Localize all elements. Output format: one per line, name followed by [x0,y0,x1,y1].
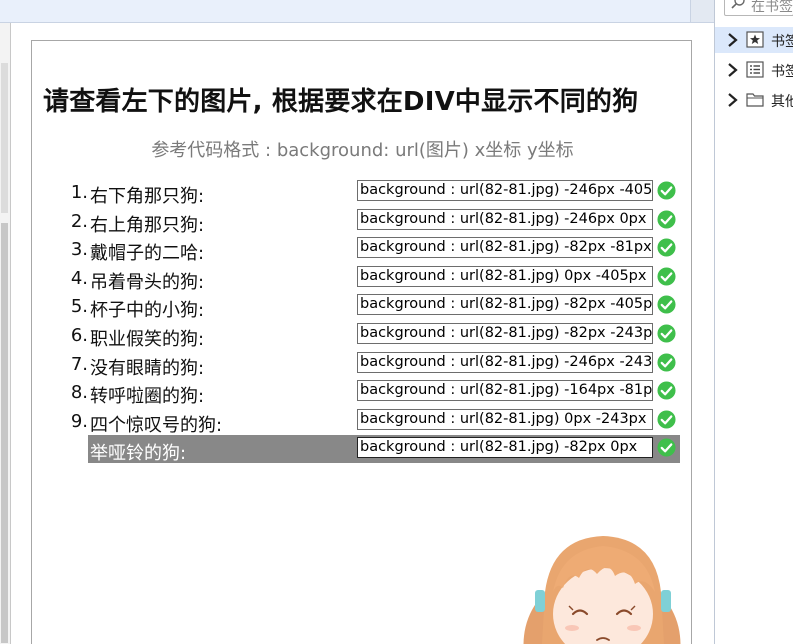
task-label: 没有眼睛的狗: [90,357,205,379]
tree-item-label: 书签 [771,34,793,50]
list-bookmark-icon [746,61,764,78]
task-number: 2. [70,210,88,232]
answer-input[interactable]: background : url(82-81.jpg) -82px -243px [357,323,653,344]
check-icon [657,267,676,286]
chevron-right-icon[interactable] [726,92,740,108]
bookmark-search-input[interactable]: 在书签 [724,0,793,16]
task-label: 戴帽子的二哈: [90,243,205,265]
task-label: 右上角那只狗: [90,214,205,236]
task-row: 3. 戴帽子的二哈: background : url(82-81.jpg) -… [32,235,693,265]
answer-input[interactable]: background : url(82-81.jpg) -246px 0px [357,208,653,230]
answer-input[interactable]: background : url(82-81.jpg) 0px -405px [357,265,653,287]
answer-input[interactable]: background : url(82-81.jpg) -82px -405px [357,294,653,316]
answer-input-focused[interactable]: background : url(82-81.jpg) -82px 0px [357,437,653,459]
anime-girl-mascot-image [523,536,681,644]
task-row: 8. 转呼啦圈的狗: background : url(82-81.jpg) -… [32,378,693,408]
bookmark-tree-item[interactable]: 书签 [715,57,793,83]
task-label: 吊着骨头的狗: [90,271,205,293]
task-label: 职业假笑的狗: [90,329,205,350]
task-number: 5. [70,296,88,318]
task-row: 5. 杯子中的小狗: background : url(82-81.jpg) -… [32,292,693,322]
task-label: 举哑铃的狗: [90,443,187,465]
answer-input[interactable]: background : url(82-81.jpg) -246px -243p… [357,351,653,373]
task-row: 9. 四个惊叹号的狗: background : url(82-81.jpg) … [32,407,693,436]
page-title: 请查看左下的图片, 根据要求在DIV中显示不同的狗 [43,87,639,117]
task-row-active: 举哑铃的狗: background : url(82-81.jpg) -82px… [32,435,693,465]
search-icon [731,0,745,9]
answer-input[interactable]: background : url(82-81.jpg) -246px -405p… [357,180,653,201]
answer-input[interactable]: background : url(82-81.jpg) -82px -81px [357,237,653,259]
task-row: 7. 没有眼睛的狗: background : url(82-81.jpg) -… [32,350,693,379]
scrollbar-track [1,223,8,643]
task-number: 7. [70,353,88,375]
check-icon [657,324,676,343]
browser-top-bar [0,0,714,23]
task-number: 3. [70,239,88,261]
search-placeholder: 在书签 [751,0,793,15]
bookmark-tree-item[interactable]: 其他 [715,87,793,113]
answer-input[interactable]: background : url(82-81.jpg) -164px -81px [357,380,653,402]
check-icon [657,181,676,200]
check-icon [657,295,676,314]
task-number: 1. [70,182,88,203]
left-scrollbar[interactable] [0,23,11,644]
toolbar-button[interactable] [690,0,715,22]
star-bookmark-icon [746,31,764,48]
task-row: 4. 吊着骨头的狗: background : url(82-81.jpg) 0… [32,264,693,293]
tree-item-label: 书签 [771,64,793,80]
check-icon [657,381,676,400]
folder-icon [746,93,764,107]
task-label: 右下角那只狗: [90,186,205,207]
task-label: 转呼啦圈的狗: [90,386,205,408]
task-row: 2. 右上角那只狗: background : url(82-81.jpg) -… [32,207,693,236]
task-label: 杯子中的小狗: [90,300,205,322]
task-label: 四个惊叹号的狗: [90,414,223,436]
task-number: 6. [70,325,88,346]
bookmarks-sidebar: 在书签 书签 书签 其他 [714,0,793,644]
check-icon [657,353,676,372]
scrollbar-thumb[interactable] [1,63,8,213]
bookmark-tree-item[interactable]: 书签 [715,27,793,53]
tree-item-label: 其他 [771,94,793,110]
check-icon [657,410,676,429]
check-icon [657,210,676,229]
browser-window: 请查看左下的图片, 根据要求在DIV中显示不同的狗 参考代码格式 : backg… [0,0,793,644]
task-row: 1. 右下角那只狗: background : url(82-81.jpg) -… [32,178,693,207]
task-number: 9. [70,410,88,432]
chevron-right-icon[interactable] [726,32,740,48]
task-number: 4. [70,267,88,289]
exercise-panel: 请查看左下的图片, 根据要求在DIV中显示不同的狗 参考代码格式 : backg… [31,40,692,644]
answer-input[interactable]: background : url(82-81.jpg) 0px -243px [357,408,653,430]
check-icon [657,438,676,457]
check-icon [657,238,676,257]
page-subtitle: 参考代码格式 : background: url(图片) x坐标 y坐标 [151,140,574,161]
task-number: 8. [70,382,88,404]
chevron-right-icon[interactable] [726,62,740,78]
task-row: 6. 职业假笑的狗: background : url(82-81.jpg) -… [32,321,693,350]
